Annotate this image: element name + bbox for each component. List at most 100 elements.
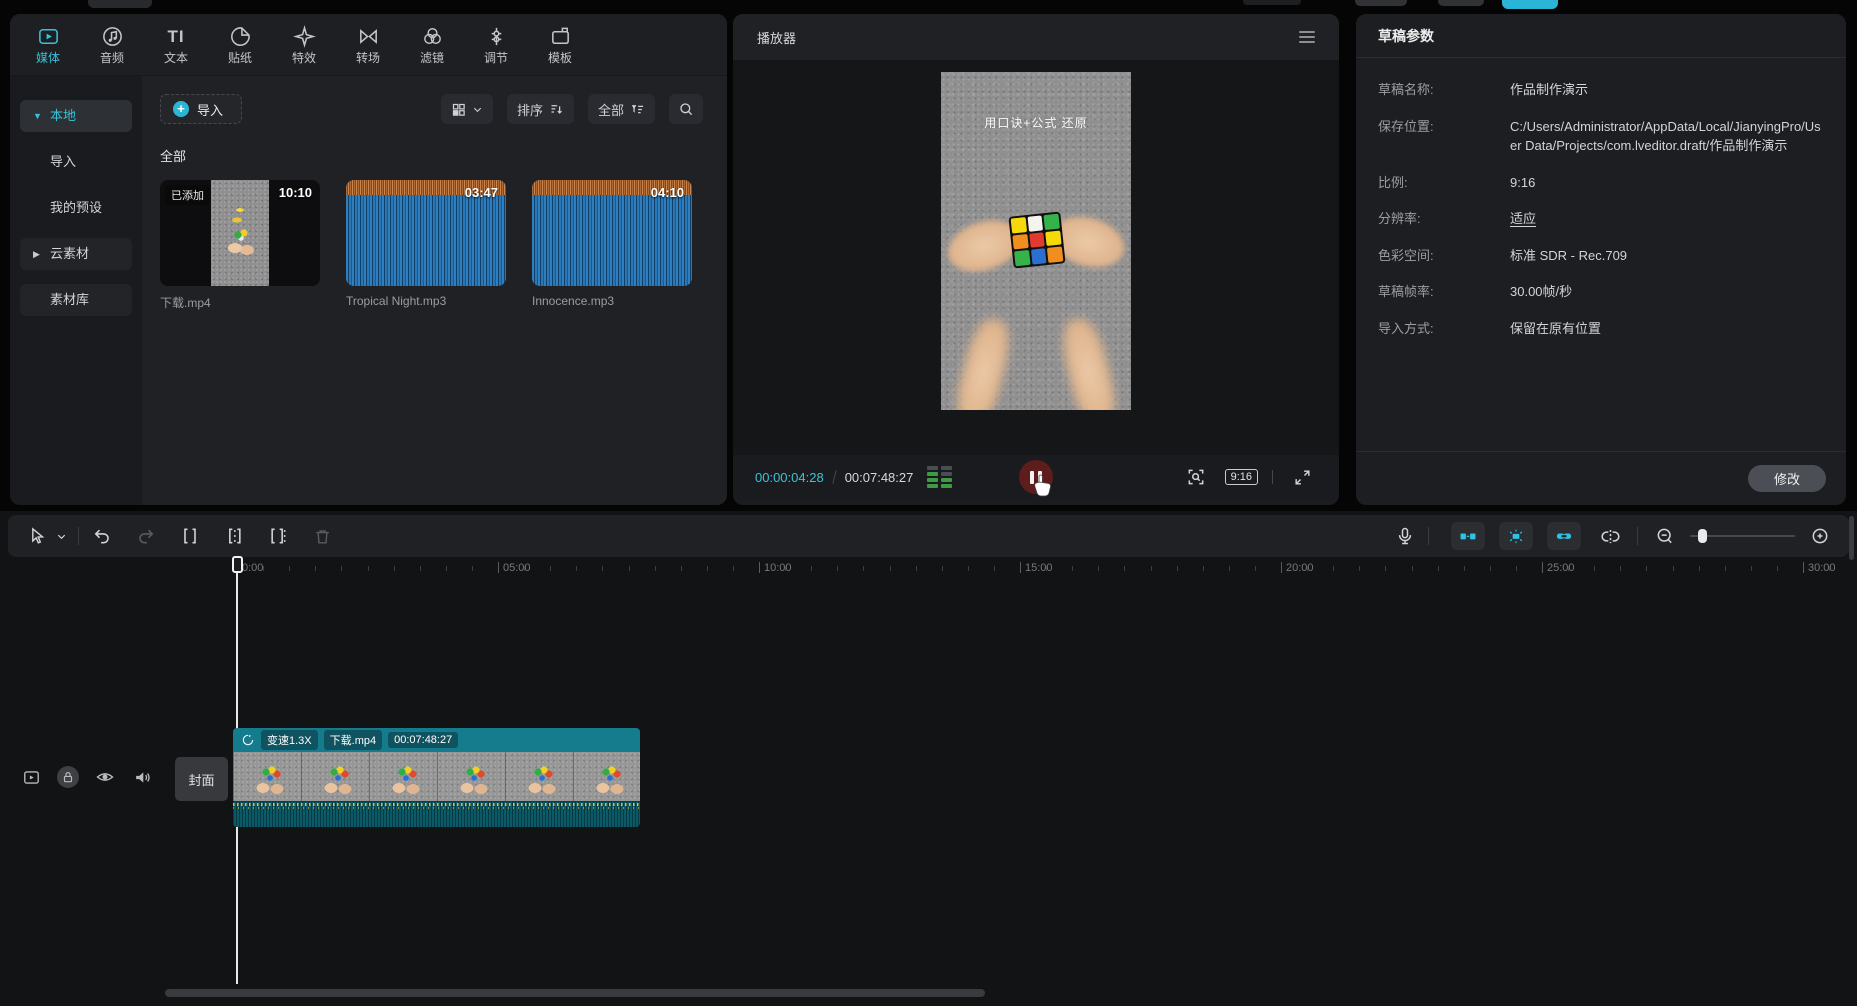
search-button[interactable] bbox=[669, 94, 703, 124]
ruler-tick bbox=[733, 566, 734, 571]
sidebar-item-presets[interactable]: 我的预设 bbox=[20, 192, 132, 224]
video-preview[interactable]: 用口诀+公式 还原 bbox=[941, 72, 1131, 410]
filter-button-label: 全部 bbox=[598, 100, 624, 119]
media-item-audio-2[interactable]: 04:10 Innocence.mp3 bbox=[532, 180, 692, 311]
timeline-ruler[interactable]: 0:0005:0010:0015:0020:0025:0030:00 bbox=[0, 558, 1857, 588]
mirror-split-icon[interactable] bbox=[1595, 521, 1625, 551]
ruler-tick bbox=[341, 566, 342, 571]
clip-audio-waveform bbox=[233, 801, 640, 827]
link-preview-button[interactable] bbox=[1547, 522, 1581, 550]
undo-button[interactable] bbox=[87, 521, 117, 551]
mute-track-icon[interactable] bbox=[131, 766, 153, 788]
record-voiceover-icon[interactable] bbox=[1390, 521, 1420, 551]
tab-media[interactable]: 媒体 bbox=[16, 17, 80, 73]
sidebar-item-presets-label: 我的预设 bbox=[50, 200, 102, 215]
zoom-in-icon[interactable] bbox=[1805, 521, 1835, 551]
field-draft-name: 草稿名称: 作品制作演示 bbox=[1378, 80, 1824, 100]
filter-button[interactable]: 全部 bbox=[588, 94, 655, 124]
ruler-label: 05:00 bbox=[498, 562, 531, 574]
sticker-icon bbox=[229, 25, 252, 48]
asset-category-toolbar: 媒体 音频 TI 文本 贴纸 特效 转场 bbox=[10, 14, 727, 76]
select-tool-dropdown[interactable] bbox=[52, 521, 70, 551]
ruler-tick bbox=[1229, 566, 1230, 571]
split-left-button[interactable] bbox=[219, 521, 249, 551]
import-button-label: 导入 bbox=[197, 100, 223, 119]
partial-export-button[interactable] bbox=[1502, 0, 1558, 9]
partial-button-top-left[interactable] bbox=[88, 0, 152, 8]
tab-transition[interactable]: 转场 bbox=[336, 17, 400, 73]
field-value: 作品制作演示 bbox=[1510, 80, 1824, 100]
timeline-toolbar bbox=[8, 515, 1849, 557]
vertical-scrollbar[interactable] bbox=[1849, 516, 1854, 560]
hand-cursor bbox=[1031, 474, 1053, 498]
fullscreen-icon[interactable] bbox=[1287, 462, 1317, 492]
ruler-tick bbox=[263, 566, 264, 571]
section-label: 全部 bbox=[160, 146, 703, 165]
modify-button[interactable]: 修改 bbox=[1748, 465, 1826, 492]
partial-button-top-1[interactable] bbox=[1243, 0, 1301, 5]
tab-text-label: 文本 bbox=[164, 52, 188, 64]
tab-text[interactable]: TI 文本 bbox=[144, 17, 208, 73]
timeline-video-clip[interactable]: 变速1.3X 下载.mp4 00:07:48:27 bbox=[233, 728, 640, 827]
tab-sticker[interactable]: 贴纸 bbox=[208, 17, 272, 73]
ruler-tick bbox=[1594, 566, 1595, 571]
resolution-link[interactable]: 适应 bbox=[1510, 211, 1536, 226]
sidebar-item-cloud[interactable]: ▶ 云素材 bbox=[20, 238, 132, 270]
import-button[interactable]: + 导入 bbox=[160, 94, 242, 124]
tab-audio[interactable]: 音频 bbox=[80, 17, 144, 73]
partial-button-top-2[interactable] bbox=[1355, 0, 1407, 6]
sort-button[interactable]: 排序 bbox=[507, 94, 574, 124]
ruler-tick bbox=[524, 566, 525, 571]
tab-adjust[interactable]: 调节 bbox=[464, 17, 528, 73]
cover-button[interactable]: 封面 bbox=[175, 757, 228, 801]
effects-star-icon bbox=[293, 25, 316, 48]
zoom-out-icon[interactable] bbox=[1650, 521, 1680, 551]
split-right-button[interactable] bbox=[263, 521, 293, 551]
draft-fields: 草稿名称: 作品制作演示 保存位置: C:/Users/Administrato… bbox=[1356, 58, 1846, 451]
ruler-label: 15:00 bbox=[1020, 562, 1053, 574]
partial-button-top-3[interactable] bbox=[1438, 0, 1484, 6]
tab-template[interactable]: 模板 bbox=[528, 17, 592, 73]
ruler-tick bbox=[1516, 566, 1517, 571]
sidebar-item-library[interactable]: 素材库 bbox=[20, 284, 132, 316]
split-clip-button[interactable] bbox=[175, 521, 205, 551]
draft-panel-footer: 修改 bbox=[1356, 451, 1846, 505]
rubiks-cube bbox=[1008, 211, 1065, 268]
grid-view-icon bbox=[451, 102, 466, 117]
ruler-tick bbox=[602, 566, 603, 571]
transition-icon bbox=[357, 25, 380, 48]
timeline-zoom-slider[interactable] bbox=[1690, 535, 1795, 537]
auto-snap-button[interactable] bbox=[1499, 522, 1533, 550]
field-label: 导入方式: bbox=[1378, 319, 1510, 339]
player-menu-icon[interactable] bbox=[1299, 31, 1315, 43]
view-mode-button[interactable] bbox=[441, 94, 493, 124]
media-item-audio-1[interactable]: 03:47 Tropical Night.mp3 bbox=[346, 180, 506, 311]
field-value: 保留在原有位置 bbox=[1510, 319, 1824, 339]
delete-button[interactable] bbox=[307, 521, 337, 551]
audio-waveform-thumbnail: 04:10 bbox=[532, 180, 692, 286]
tab-filter[interactable]: 滤镜 bbox=[400, 17, 464, 73]
horizontal-scrollbar[interactable] bbox=[165, 989, 985, 997]
select-tool-button[interactable] bbox=[22, 521, 52, 551]
sidebar-item-import[interactable]: 导入 bbox=[20, 146, 132, 178]
chevron-down-icon bbox=[472, 104, 483, 115]
player-stage: 用口诀+公式 还原 bbox=[733, 60, 1339, 455]
zoom-slider-handle[interactable] bbox=[1698, 529, 1707, 543]
video-left-arm bbox=[950, 315, 1015, 410]
tab-filter-label: 滤镜 bbox=[420, 52, 444, 64]
lock-track-icon[interactable] bbox=[57, 766, 79, 788]
magnetic-snap-button[interactable] bbox=[1451, 522, 1485, 550]
sidebar-item-local[interactable]: ▼ 本地 bbox=[20, 100, 132, 132]
tab-effects-label: 特效 bbox=[292, 52, 316, 64]
duration-badge: 04:10 bbox=[651, 185, 684, 200]
ratio-button[interactable]: 9:16 bbox=[1225, 469, 1258, 485]
ruler-tick bbox=[1098, 566, 1099, 571]
toggle-visibility-icon[interactable] bbox=[94, 766, 116, 788]
tab-effects[interactable]: 特效 bbox=[272, 17, 336, 73]
ruler-tick bbox=[1725, 566, 1726, 571]
sidebar-item-import-label: 导入 bbox=[50, 154, 76, 169]
preview-quality-icon[interactable] bbox=[1181, 462, 1211, 492]
media-item-video[interactable]: 已添加 10:10 下载.mp4 bbox=[160, 180, 320, 311]
redo-button[interactable] bbox=[131, 521, 161, 551]
ruler-tick bbox=[707, 566, 708, 571]
